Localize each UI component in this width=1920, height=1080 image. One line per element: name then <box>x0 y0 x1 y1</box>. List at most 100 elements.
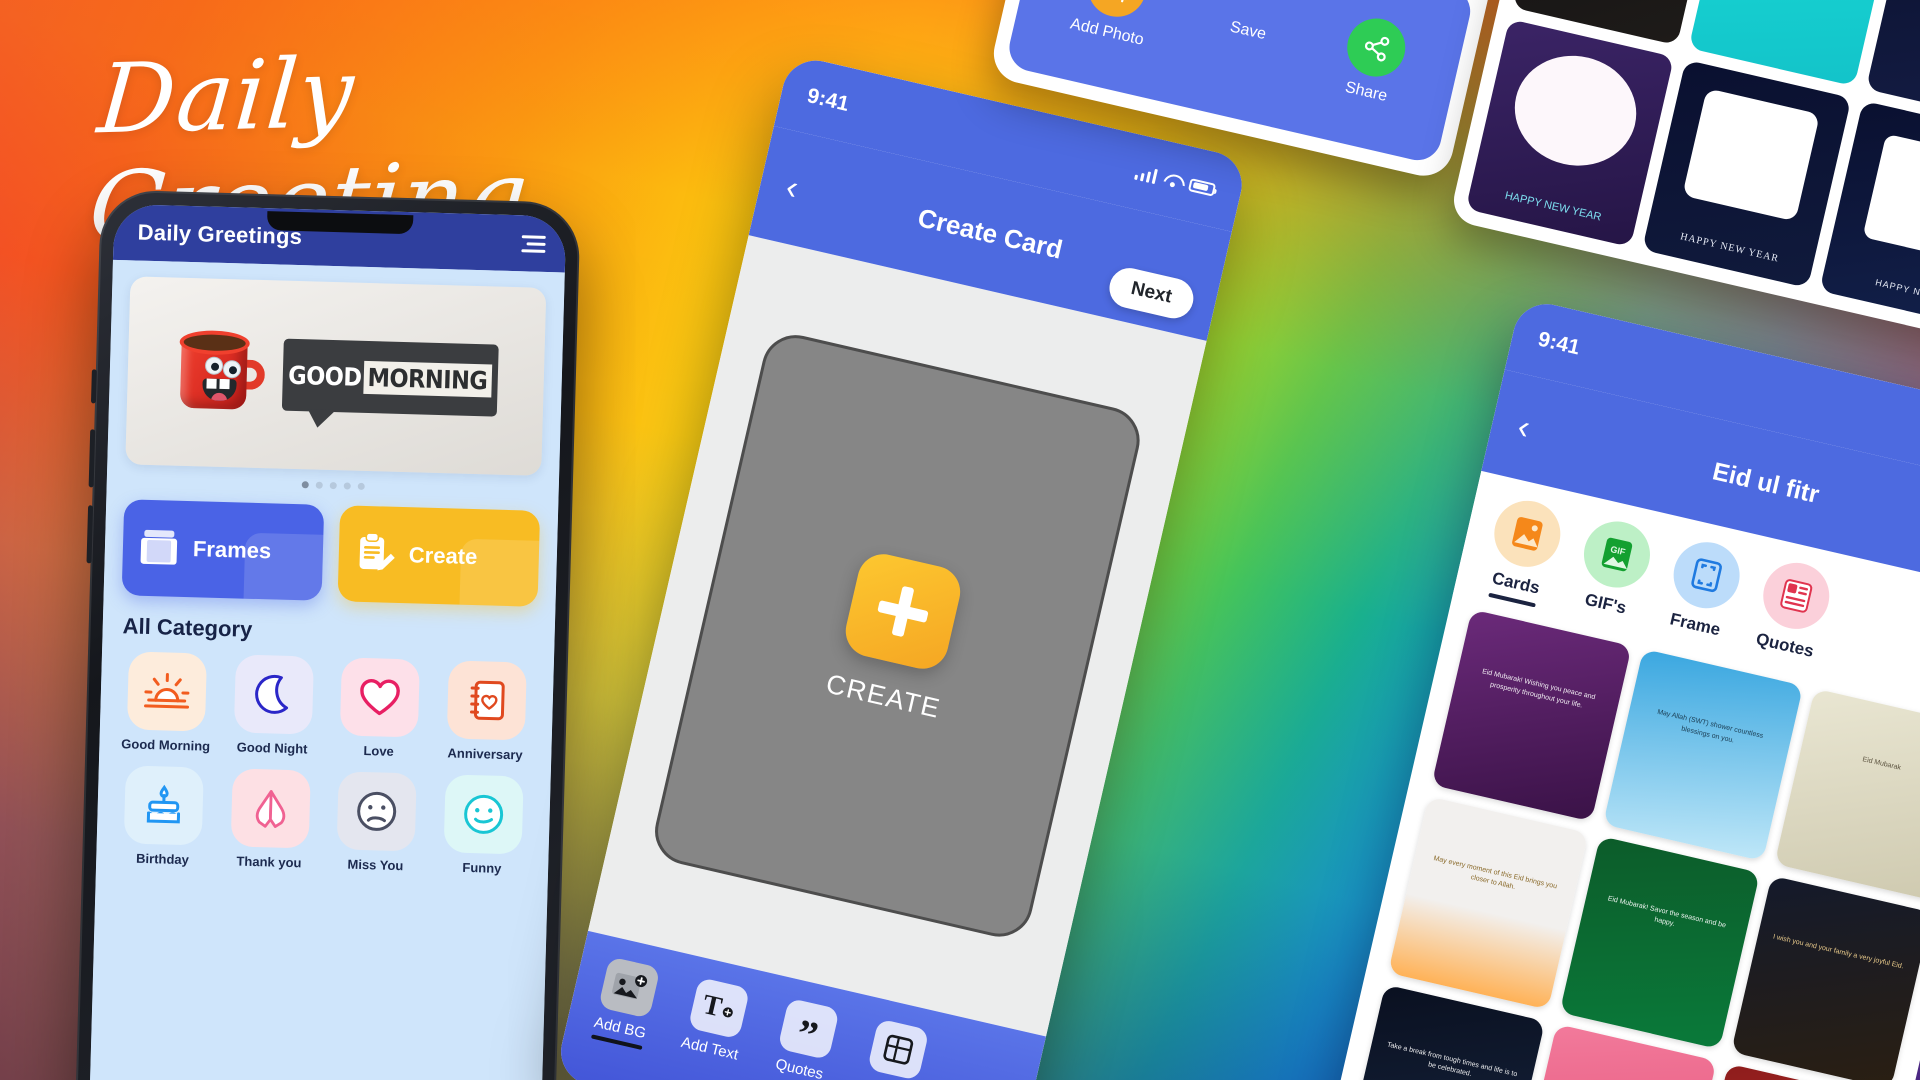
sad-face-icon <box>357 791 397 831</box>
phone-volume-up-button[interactable] <box>88 429 96 488</box>
category-label: Birthday <box>135 850 190 868</box>
category-tile <box>443 774 524 855</box>
category-tile <box>446 660 527 741</box>
category-item-birthday[interactable]: Birthday <box>114 765 213 868</box>
carousel-dots[interactable] <box>125 476 541 495</box>
phone-screen: Daily Greetings GOOD MORNING Frames Crea… <box>89 203 567 1080</box>
ny-frame-label: HAPPY NEW YEAR <box>1679 231 1780 265</box>
tab-quotes[interactable]: Quotes <box>1748 556 1836 671</box>
eid-card[interactable]: May Allah (SWT) shower countless blessin… <box>1602 648 1804 862</box>
eid-card-text: Take a break from tough times and life i… <box>1386 1041 1518 1079</box>
plus-icon[interactable] <box>840 548 966 674</box>
eid-card[interactable]: Eid Mubarak <box>1774 688 1920 902</box>
tab-gifs[interactable]: GIF GIF's <box>1569 514 1657 630</box>
quotes-list-icon <box>1756 556 1836 636</box>
banner-text-good: GOOD <box>287 360 362 392</box>
chevron-left-icon[interactable]: ‹ <box>782 168 802 208</box>
section-title-all-category: All Category <box>122 613 253 642</box>
save-action[interactable]: Save <box>1228 18 1268 44</box>
category-label: Good Morning <box>121 736 211 754</box>
category-tile <box>336 771 418 852</box>
tab-label: Quotes <box>1754 629 1816 661</box>
category-item-anniversary[interactable]: Anniversary <box>437 660 536 763</box>
category-label: Good Night <box>236 739 308 757</box>
hamburger-menu-icon[interactable] <box>521 234 546 253</box>
category-item-love[interactable]: Love <box>330 657 429 760</box>
tool-label: Add Text <box>679 1033 740 1064</box>
clipboard-pencil-icon <box>359 532 395 571</box>
share-action[interactable]: Share <box>1336 12 1412 108</box>
ny-frame-label: HAPPY NEW <box>1874 277 1920 302</box>
cards-image-icon <box>1487 494 1567 574</box>
coffee-mug-character-icon <box>173 328 267 419</box>
eid-card-text: Eid Mubarak! Wishing you peace and prosp… <box>1481 668 1596 710</box>
heart-icon <box>360 679 401 716</box>
status-time: 9:41 <box>1535 327 1583 360</box>
status-icons <box>1133 164 1217 197</box>
create-placeholder[interactable]: CREATE <box>648 328 1147 944</box>
quick-actions-row: Frames Create <box>121 499 541 607</box>
category-item-miss-you[interactable]: Miss You <box>327 771 426 874</box>
category-item-funny[interactable]: Funny <box>433 774 532 877</box>
eid-card[interactable]: Eid Mubarak! Wishing you peace and prosp… <box>1431 609 1632 822</box>
share-label: Share <box>1343 78 1389 106</box>
quote-icon: ” <box>777 997 840 1061</box>
eid-card-text: Eid Mubarak <box>1861 756 1902 772</box>
frames-button[interactable]: Frames <box>121 499 325 601</box>
category-tile <box>123 765 205 846</box>
smile-face-icon <box>463 794 503 834</box>
category-item-good-morning[interactable]: Good Morning <box>117 651 216 754</box>
eid-card-text: May Allah (SWT) shower countless blessin… <box>1656 708 1764 745</box>
phone-volume-down-button[interactable] <box>86 505 94 564</box>
category-item-good-night[interactable]: Good Night <box>224 654 323 757</box>
chevron-left-icon[interactable]: ‹ <box>1514 408 1534 448</box>
phone-mockup-left: Daily Greetings GOOD MORNING Frames Crea… <box>75 189 581 1080</box>
category-tile <box>233 654 314 735</box>
tool-label: Add BG <box>591 1014 648 1050</box>
tool-sticker[interactable]: Sticker <box>851 1016 940 1080</box>
tool-quotes[interactable]: ” Quotes <box>761 995 850 1080</box>
frame-icon <box>1667 535 1747 615</box>
promo-banner[interactable]: GOOD MORNING <box>125 276 547 476</box>
eid-card-text: May every moment of this Eid brings you … <box>1432 854 1558 892</box>
tool-add-text[interactable]: T Add Text <box>672 975 761 1066</box>
tab-label: Frame <box>1668 609 1723 640</box>
phone-mute-button[interactable] <box>90 369 97 404</box>
eid-card-text: Eid Mubarak! Savor the season and be hap… <box>1607 894 1727 929</box>
category-tile <box>127 651 208 732</box>
tab-frame[interactable]: Frame <box>1659 535 1747 651</box>
banner-text-morning: MORNING <box>363 360 492 397</box>
status-time: 9:41 <box>805 84 852 116</box>
cake-icon <box>147 784 181 824</box>
eid-card[interactable]: May every moment of this Eid brings you … <box>1388 796 1589 1010</box>
tab-cards[interactable]: Cards <box>1479 494 1567 609</box>
category-label: Thank you <box>236 853 302 871</box>
wifi-icon <box>1163 171 1184 189</box>
phone-frame: Daily Greetings GOOD MORNING Frames Crea… <box>75 189 581 1080</box>
create-button[interactable]: Create <box>337 505 541 607</box>
category-tile <box>230 768 311 849</box>
gif-icon: GIF <box>1577 514 1657 595</box>
frames-stack-icon <box>140 529 178 565</box>
moon-icon <box>254 674 288 714</box>
nav-title: Create Card <box>915 201 1066 265</box>
sunrise-icon <box>144 673 190 709</box>
category-item-thank-you[interactable]: Thank you <box>221 768 320 871</box>
save-label: Save <box>1228 18 1268 44</box>
phone-notch <box>266 211 414 235</box>
tool-add-bg[interactable]: Add BG <box>580 954 671 1052</box>
category-grid: Good Morning Good Night Love Anniversary… <box>114 651 536 877</box>
add-photo-label: Add Photo <box>1068 15 1146 49</box>
tab-label: GIF's <box>1583 589 1629 618</box>
tab-label: Cards <box>1488 568 1541 607</box>
sticker-icon <box>867 1018 930 1080</box>
ny-frame-navy-square[interactable]: HAPPY NEW YEAR <box>1642 59 1852 288</box>
add-photo-action[interactable]: Add Photo <box>1068 0 1160 50</box>
eid-card[interactable]: Eid Mubarak! Savor the season and be hap… <box>1559 836 1760 1050</box>
category-label: Funny <box>462 859 502 876</box>
diary-heart-icon <box>469 680 505 721</box>
ny-frame-purple-oval[interactable]: HAPPY NEW YEAR <box>1465 19 1675 248</box>
nav-title: Eid ul fitr <box>1710 456 1822 509</box>
next-button[interactable]: Next <box>1105 264 1198 323</box>
eid-card[interactable]: I wish you and your family a very joyful… <box>1731 875 1920 1080</box>
